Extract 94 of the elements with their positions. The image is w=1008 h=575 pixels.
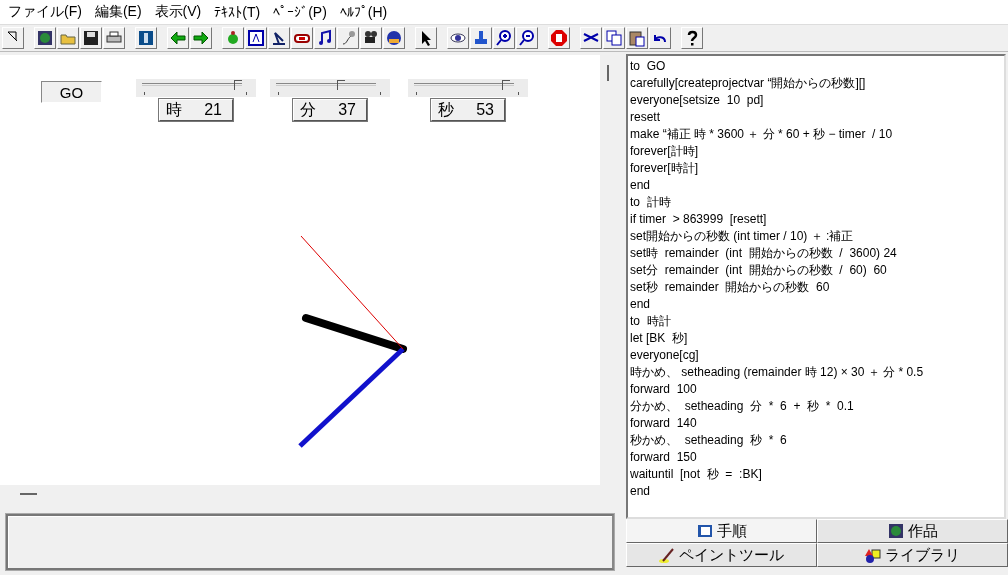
menu-item[interactable]: ﾍﾙﾌﾟ(H)	[335, 4, 397, 20]
code-line: set開始からの秒数 (int timer / 10) ＋ :補正	[630, 228, 855, 245]
code-line: waituntil [not 秒 = :BK]	[630, 466, 763, 483]
code-line: forever[計時]	[630, 143, 699, 160]
music-note-button[interactable]	[314, 27, 336, 49]
code-line: 分かめ、 setheading 分 * 6 + 秒 * 0.1	[630, 398, 855, 415]
columns-button[interactable]	[135, 27, 157, 49]
video-camera-button[interactable]	[360, 27, 382, 49]
stop-button[interactable]	[548, 27, 570, 49]
code-line: carefully[createprojectvar “開始からの秒数][]	[630, 75, 867, 92]
tab[interactable]: ペイントツール	[626, 543, 817, 567]
floppy-disk-button[interactable]	[80, 27, 102, 49]
menu-item[interactable]: ﾃｷｽﾄ(T)	[210, 4, 270, 20]
menu-item[interactable]: 表示(V)	[150, 3, 211, 21]
code-line: end	[630, 177, 652, 194]
paste-button[interactable]	[626, 27, 648, 49]
microphone-button[interactable]	[337, 27, 359, 49]
right-arrow-icon	[192, 29, 210, 47]
music-note-icon	[316, 29, 334, 47]
zoom-out-button[interactable]	[516, 27, 538, 49]
code-line: end	[630, 296, 652, 313]
slider-thumb[interactable]	[234, 80, 242, 90]
slider-value: 21	[204, 101, 222, 119]
menu-item[interactable]: 編集(E)	[90, 3, 151, 21]
code-line: 秒かめ、 setheading 秒 * 6	[630, 432, 788, 449]
cursor-button[interactable]	[415, 27, 437, 49]
slider-label: 秒	[438, 99, 454, 120]
code-line: 時かめ、 setheading (remainder 時 12) × 30 ＋ 分 * 0.5	[630, 364, 925, 381]
code-line: forward 100	[630, 381, 698, 398]
slider-thumb[interactable]	[337, 80, 345, 90]
slider-label: 時	[166, 99, 182, 120]
code-line: resett	[630, 109, 661, 126]
slider-thumb[interactable]	[502, 80, 510, 90]
code-line: let [BK 秒]	[630, 330, 689, 347]
turtle-button[interactable]	[222, 27, 244, 49]
right-arrow-button[interactable]	[190, 27, 212, 49]
code-line: forever[時計]	[630, 160, 699, 177]
stop-icon	[550, 29, 568, 47]
slider[interactable]	[270, 79, 390, 97]
helmet-icon	[385, 29, 403, 47]
helmet-button[interactable]	[383, 27, 405, 49]
eye-button[interactable]	[447, 27, 469, 49]
text-box-icon	[247, 29, 265, 47]
tab[interactable]: 手順	[626, 519, 817, 543]
text-box-button[interactable]	[245, 27, 267, 49]
slider-value: 37	[338, 101, 356, 119]
slider-value: 53	[476, 101, 494, 119]
slider[interactable]	[136, 79, 256, 97]
book-icon	[696, 523, 713, 539]
code-line: set秒 remainder 開始からの秒数 60	[630, 279, 831, 296]
zoom-out-icon	[518, 29, 536, 47]
scroll-thumb[interactable]	[607, 65, 609, 81]
code-line: forward 140	[630, 415, 698, 432]
tab[interactable]: 作品	[817, 519, 1008, 543]
code-line: end	[630, 483, 652, 500]
globe-button[interactable]	[34, 27, 56, 49]
scroll-thumb[interactable]	[20, 493, 37, 495]
code-line: set分 remainder (int 開始からの秒数 / 60) 60	[630, 262, 888, 279]
code-editor[interactable]	[626, 54, 1006, 519]
code-line: everyone[setsize 10 pd]	[630, 92, 765, 109]
stamp-icon	[472, 29, 490, 47]
code-line: to GO	[630, 58, 667, 75]
shapes-icon	[865, 547, 881, 563]
left-arrow-icon	[169, 29, 187, 47]
menu-item[interactable]: ファイル(F)	[4, 3, 91, 21]
slider-label: 分	[300, 99, 316, 120]
capsule-button[interactable]	[291, 27, 313, 49]
code-line: everyone[cg]	[630, 347, 700, 364]
columns-icon	[137, 29, 155, 47]
code-line: make “補正 時 * 3600 ＋ 分 * 60 + 秒 − timer / 10	[630, 126, 894, 143]
undo-button[interactable]	[649, 27, 671, 49]
left-arrow-button[interactable]	[167, 27, 189, 49]
tab[interactable]: ライブラリ	[817, 543, 1008, 567]
menu-item[interactable]: ﾍﾟｰｼﾞ(P)	[269, 4, 336, 20]
slider[interactable]	[408, 79, 528, 97]
code-line: set時 remainder (int 開始からの秒数 / 3600) 24	[630, 245, 898, 262]
printer-button[interactable]	[103, 27, 125, 49]
folder-button[interactable]	[57, 27, 79, 49]
zoom-in-icon	[495, 29, 513, 47]
help-button[interactable]	[681, 27, 703, 49]
code-line: if timer > 863999 [resett]	[630, 211, 768, 228]
code-line: to 計時	[630, 194, 672, 211]
stamp-button[interactable]	[470, 27, 492, 49]
paste-icon	[628, 29, 646, 47]
copy-icon	[605, 29, 623, 47]
code-line: forward 150	[630, 449, 698, 466]
copy-button[interactable]	[603, 27, 625, 49]
code-line: to 時計	[630, 313, 672, 330]
scissors-button[interactable]	[580, 27, 602, 49]
globe-icon	[36, 29, 54, 47]
globe-icon	[887, 523, 904, 539]
go-button[interactable]: GO	[41, 81, 102, 103]
brush-icon	[659, 547, 675, 563]
zoom-in-button[interactable]	[493, 27, 515, 49]
